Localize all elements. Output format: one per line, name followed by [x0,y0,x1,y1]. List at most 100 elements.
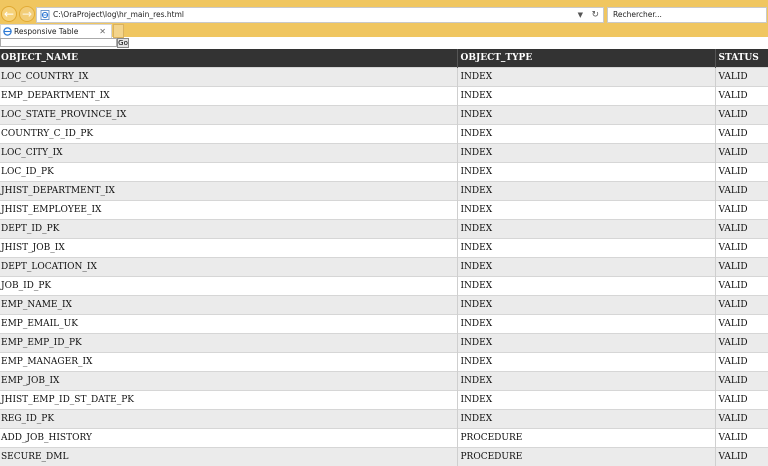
close-icon[interactable]: ✕ [99,25,106,38]
cell-status: VALID [715,182,768,201]
cell-object-name: JHIST_DEPARTMENT_IX [0,182,457,201]
table-row: LOC_ID_PKINDEXVALID [0,163,768,182]
table-row: DEPT_ID_PKINDEXVALID [0,220,768,239]
cell-object-type: INDEX [457,258,715,277]
cell-object-name: JOB_ID_PK [0,277,457,296]
cell-object-type: INDEX [457,220,715,239]
table-row: LOC_STATE_PROVINCE_IXINDEXVALID [0,106,768,125]
table-row: EMP_EMAIL_UKINDEXVALID [0,315,768,334]
table-row: REG_ID_PKINDEXVALID [0,410,768,429]
cell-object-type: INDEX [457,144,715,163]
cell-status: VALID [715,391,768,410]
cell-object-type: PROCEDURE [457,429,715,448]
cell-object-type: INDEX [457,372,715,391]
cell-status: VALID [715,87,768,106]
column-header-status[interactable]: STATUS [715,49,768,68]
cell-object-name: REG_ID_PK [0,410,457,429]
cell-object-type: INDEX [457,315,715,334]
cell-object-name: DEPT_ID_PK [0,220,457,239]
cell-object-name: SECURE_DML [0,448,457,466]
dropdown-arrow-icon[interactable]: ▼ [578,8,583,22]
cell-object-type: INDEX [457,87,715,106]
cell-status: VALID [715,334,768,353]
cell-status: VALID [715,201,768,220]
cell-status: VALID [715,258,768,277]
cell-object-name: EMP_EMAIL_UK [0,315,457,334]
table-row: JOB_ID_PKINDEXVALID [0,277,768,296]
table-row: EMP_EMP_ID_PKINDEXVALID [0,334,768,353]
table-row: LOC_COUNTRY_IXINDEXVALID [0,68,768,87]
cell-object-type: INDEX [457,201,715,220]
cell-status: VALID [715,315,768,334]
cell-object-name: LOC_COUNTRY_IX [0,68,457,87]
table-row: JHIST_DEPARTMENT_IXINDEXVALID [0,182,768,201]
cell-object-name: EMP_NAME_IX [0,296,457,315]
cell-status: VALID [715,410,768,429]
table-header-row: OBJECT_NAME OBJECT_TYPE STATUS [0,49,768,68]
cell-object-type: INDEX [457,277,715,296]
cell-status: VALID [715,448,768,466]
cell-object-name: JHIST_EMPLOYEE_IX [0,201,457,220]
table-row: COUNTRY_C_ID_PKINDEXVALID [0,125,768,144]
cell-status: VALID [715,429,768,448]
cell-object-name: EMP_JOB_IX [0,372,457,391]
filter-input[interactable] [0,38,117,47]
table-row: JHIST_JOB_IXINDEXVALID [0,239,768,258]
cell-object-type: INDEX [457,391,715,410]
ie-page-icon [40,10,50,20]
cell-object-name: LOC_ID_PK [0,163,457,182]
forward-arrow-icon[interactable]: → [19,6,35,22]
new-tab-button[interactable] [113,24,124,38]
cell-object-name: COUNTRY_C_ID_PK [0,125,457,144]
table-row: SECURE_DMLPROCEDUREVALID [0,448,768,466]
tab-responsive-table[interactable]: Responsive Table ✕ [0,24,112,38]
cell-object-type: INDEX [457,163,715,182]
cell-status: VALID [715,296,768,315]
table-row: ADD_JOB_HISTORYPROCEDUREVALID [0,429,768,448]
cell-object-name: DEPT_LOCATION_IX [0,258,457,277]
cell-object-type: INDEX [457,239,715,258]
cell-object-type: PROCEDURE [457,448,715,466]
cell-status: VALID [715,277,768,296]
cell-object-type: INDEX [457,182,715,201]
cell-status: VALID [715,220,768,239]
cell-status: VALID [715,163,768,182]
cell-object-type: INDEX [457,353,715,372]
column-header-object-name[interactable]: OBJECT_NAME [0,49,457,68]
back-arrow-icon[interactable]: ← [1,6,17,22]
refresh-icon[interactable]: ↻ [591,8,599,22]
cell-object-type: INDEX [457,334,715,353]
cell-object-name: ADD_JOB_HISTORY [0,429,457,448]
cell-status: VALID [715,372,768,391]
cell-object-type: INDEX [457,410,715,429]
table-row: JHIST_EMPLOYEE_IXINDEXVALID [0,201,768,220]
cell-status: VALID [715,125,768,144]
tab-title: Responsive Table [14,25,78,38]
go-button[interactable]: Go [117,38,129,48]
table-row: EMP_MANAGER_IXINDEXVALID [0,353,768,372]
table-row: EMP_JOB_IXINDEXVALID [0,372,768,391]
table-row: EMP_DEPARTMENT_IXINDEXVALID [0,87,768,106]
cell-object-name: LOC_CITY_IX [0,144,457,163]
table-row: EMP_NAME_IXINDEXVALID [0,296,768,315]
cell-status: VALID [715,144,768,163]
objects-table: OBJECT_NAME OBJECT_TYPE STATUS LOC_COUNT… [0,49,768,466]
cell-object-type: INDEX [457,125,715,144]
cell-status: VALID [715,68,768,87]
cell-object-type: INDEX [457,106,715,125]
cell-status: VALID [715,106,768,125]
cell-object-name: JHIST_JOB_IX [0,239,457,258]
address-bar[interactable]: C:\OraProject\log\hr_main_res.html ▼ ↻ [36,7,604,23]
address-text: C:\OraProject\log\hr_main_res.html [53,8,184,22]
cell-object-name: JHIST_EMP_ID_ST_DATE_PK [0,391,457,410]
table-row: DEPT_LOCATION_IXINDEXVALID [0,258,768,277]
ie-page-icon [3,27,12,36]
search-input[interactable]: Rechercher... [607,7,767,23]
cell-object-name: EMP_EMP_ID_PK [0,334,457,353]
column-header-object-type[interactable]: OBJECT_TYPE [457,49,715,68]
cell-status: VALID [715,239,768,258]
browser-toolbar: ← → C:\OraProject\log\hr_main_res.html ▼… [0,0,768,37]
cell-object-type: INDEX [457,68,715,87]
table-row: JHIST_EMP_ID_ST_DATE_PKINDEXVALID [0,391,768,410]
cell-status: VALID [715,353,768,372]
